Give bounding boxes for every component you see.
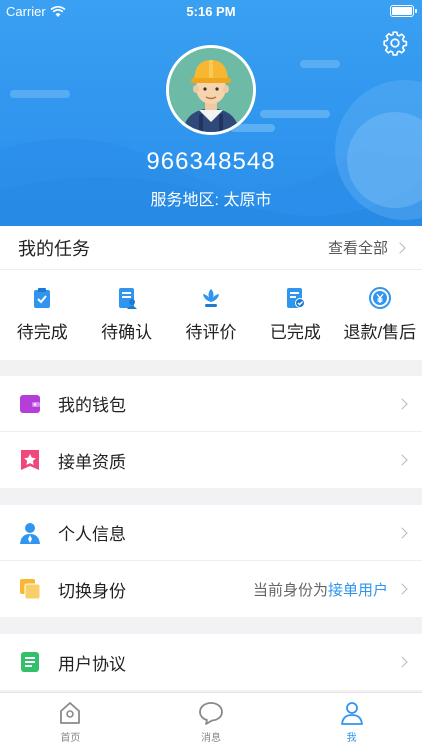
view-all-label: 查看全部: [327, 240, 388, 257]
personal-info-row[interactable]: 个人信息: [0, 505, 422, 561]
my-tasks-card: 我的任务 查看全部 待完成 待确认 待评价 已完成 退款/售后: [0, 226, 422, 360]
current-identity: 当前身份为接单用户: [253, 579, 388, 600]
tab-bar: 首页 消息 我: [0, 692, 422, 750]
task-completed[interactable]: 已完成: [253, 270, 337, 360]
wallet-row[interactable]: 我的钱包: [0, 376, 422, 432]
task-refund-label: 退款/售后: [343, 323, 417, 342]
qualification-label: 接单资质: [58, 452, 126, 472]
chevron-right-icon: [396, 526, 408, 539]
task-status-row: 待完成 待确认 待评价 已完成 退款/售后: [0, 270, 422, 360]
document-list-icon: [21, 652, 39, 672]
tab-messages-label: 消息: [201, 733, 221, 744]
chat-bubble-icon: [199, 702, 223, 725]
gear-icon[interactable]: [382, 30, 408, 56]
task-completed-label: 已完成: [269, 323, 321, 342]
personal-info-label: 个人信息: [58, 525, 126, 544]
task-to-confirm[interactable]: 待确认: [84, 270, 168, 360]
clock: 5:16 PM: [186, 4, 236, 19]
task-pending-label: 待完成: [16, 323, 68, 342]
profile-header: Carrier 5:16 PM 966348548 服务地区: 太原市: [0, 0, 422, 226]
menu-group-legal: 用户协议: [0, 634, 422, 690]
tab-messages[interactable]: 消息: [141, 693, 282, 750]
clipboard-icon: [34, 288, 51, 308]
tab-home[interactable]: 首页: [0, 693, 141, 750]
task-to-review[interactable]: 待评价: [169, 270, 253, 360]
chevron-right-icon: [394, 241, 406, 254]
switch-cards-icon: [20, 579, 41, 600]
view-all-link[interactable]: 查看全部: [327, 237, 406, 258]
user-id: 966348548: [146, 148, 276, 175]
battery-icon: [390, 5, 417, 17]
agreement-label: 用户协议: [58, 654, 126, 674]
chevron-right-icon: [396, 656, 408, 668]
service-area: 服务地区: 太原市: [150, 192, 272, 209]
document-check-icon: [287, 288, 306, 308]
avatar[interactable]: [166, 45, 256, 135]
task-refund[interactable]: 退款/售后: [338, 270, 422, 360]
home-icon: [60, 702, 81, 724]
chevron-right-icon: [396, 583, 408, 595]
tasks-header: 我的任务 查看全部: [0, 226, 422, 270]
agreement-row[interactable]: 用户协议: [0, 634, 422, 690]
chevron-right-icon: [396, 397, 408, 410]
worker-avatar-image: [169, 48, 253, 132]
switch-identity-row[interactable]: 切换身份 当前身份为接单用户: [0, 561, 422, 617]
person-outline-icon: [340, 702, 363, 725]
tab-me-label: 我: [346, 733, 357, 744]
wallet-label: 我的钱包: [58, 396, 126, 415]
flower-icon: [203, 289, 220, 307]
switch-identity-label: 切换身份: [58, 581, 126, 601]
identity-prefix: 当前身份为: [252, 581, 328, 599]
tasks-title: 我的任务: [18, 238, 90, 259]
chevron-right-icon: [396, 454, 408, 466]
wallet-icon: [20, 394, 40, 413]
tab-home-label: 首页: [60, 733, 81, 744]
task-to-review-label: 待评价: [185, 323, 237, 342]
menu-group-account: 个人信息 切换身份 当前身份为接单用户: [0, 505, 422, 617]
task-pending[interactable]: 待完成: [0, 270, 84, 360]
document-person-icon: [118, 288, 137, 309]
menu-group-finance: 我的钱包 接单资质: [0, 376, 422, 488]
status-bar: Carrier 5:16 PM: [0, 0, 422, 22]
yen-refund-icon: [368, 287, 391, 309]
task-to-confirm-label: 待确认: [101, 323, 153, 342]
tab-me[interactable]: 我: [281, 693, 422, 750]
star-badge-icon: [21, 450, 39, 470]
identity-value: 接单用户: [327, 581, 388, 599]
person-icon: [20, 522, 40, 544]
qualification-row[interactable]: 接单资质: [0, 432, 422, 488]
